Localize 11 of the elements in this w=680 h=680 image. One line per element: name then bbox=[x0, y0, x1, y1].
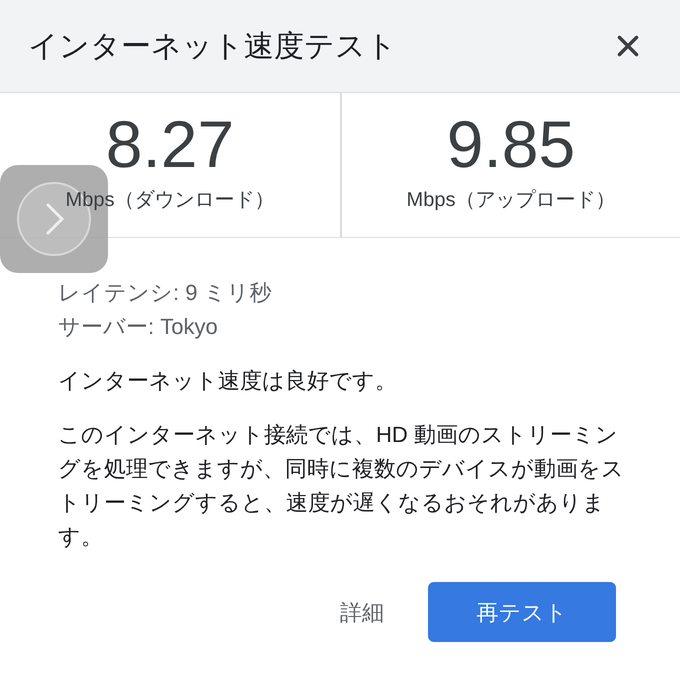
speed-value: 9.85 bbox=[446, 111, 576, 177]
details-button[interactable]: 詳細 bbox=[340, 596, 384, 628]
description-text: このインターネット接続では、HD 動画のストリーミングを処理できますが、同時に複数のデバイスが動画をストリーミングすると、速度が遅くなるおそれがあります。 bbox=[58, 421, 624, 551]
retest-button[interactable]: 再テスト bbox=[428, 582, 616, 642]
speed-unit-label: Mbps（ダウンロード） bbox=[66, 188, 274, 213]
detail-line: サーバー: Tokyo bbox=[58, 313, 219, 341]
speed-value: 8.27 bbox=[106, 111, 234, 177]
speed-unit-label: Mbps（アップロード） bbox=[406, 188, 616, 213]
summary-text: インターネット速度は良好です。 bbox=[58, 367, 398, 395]
dialog-title: インターネット速度テスト bbox=[28, 28, 397, 64]
detail-line: レイテンシ: 9 ミリ秒 bbox=[58, 279, 273, 307]
